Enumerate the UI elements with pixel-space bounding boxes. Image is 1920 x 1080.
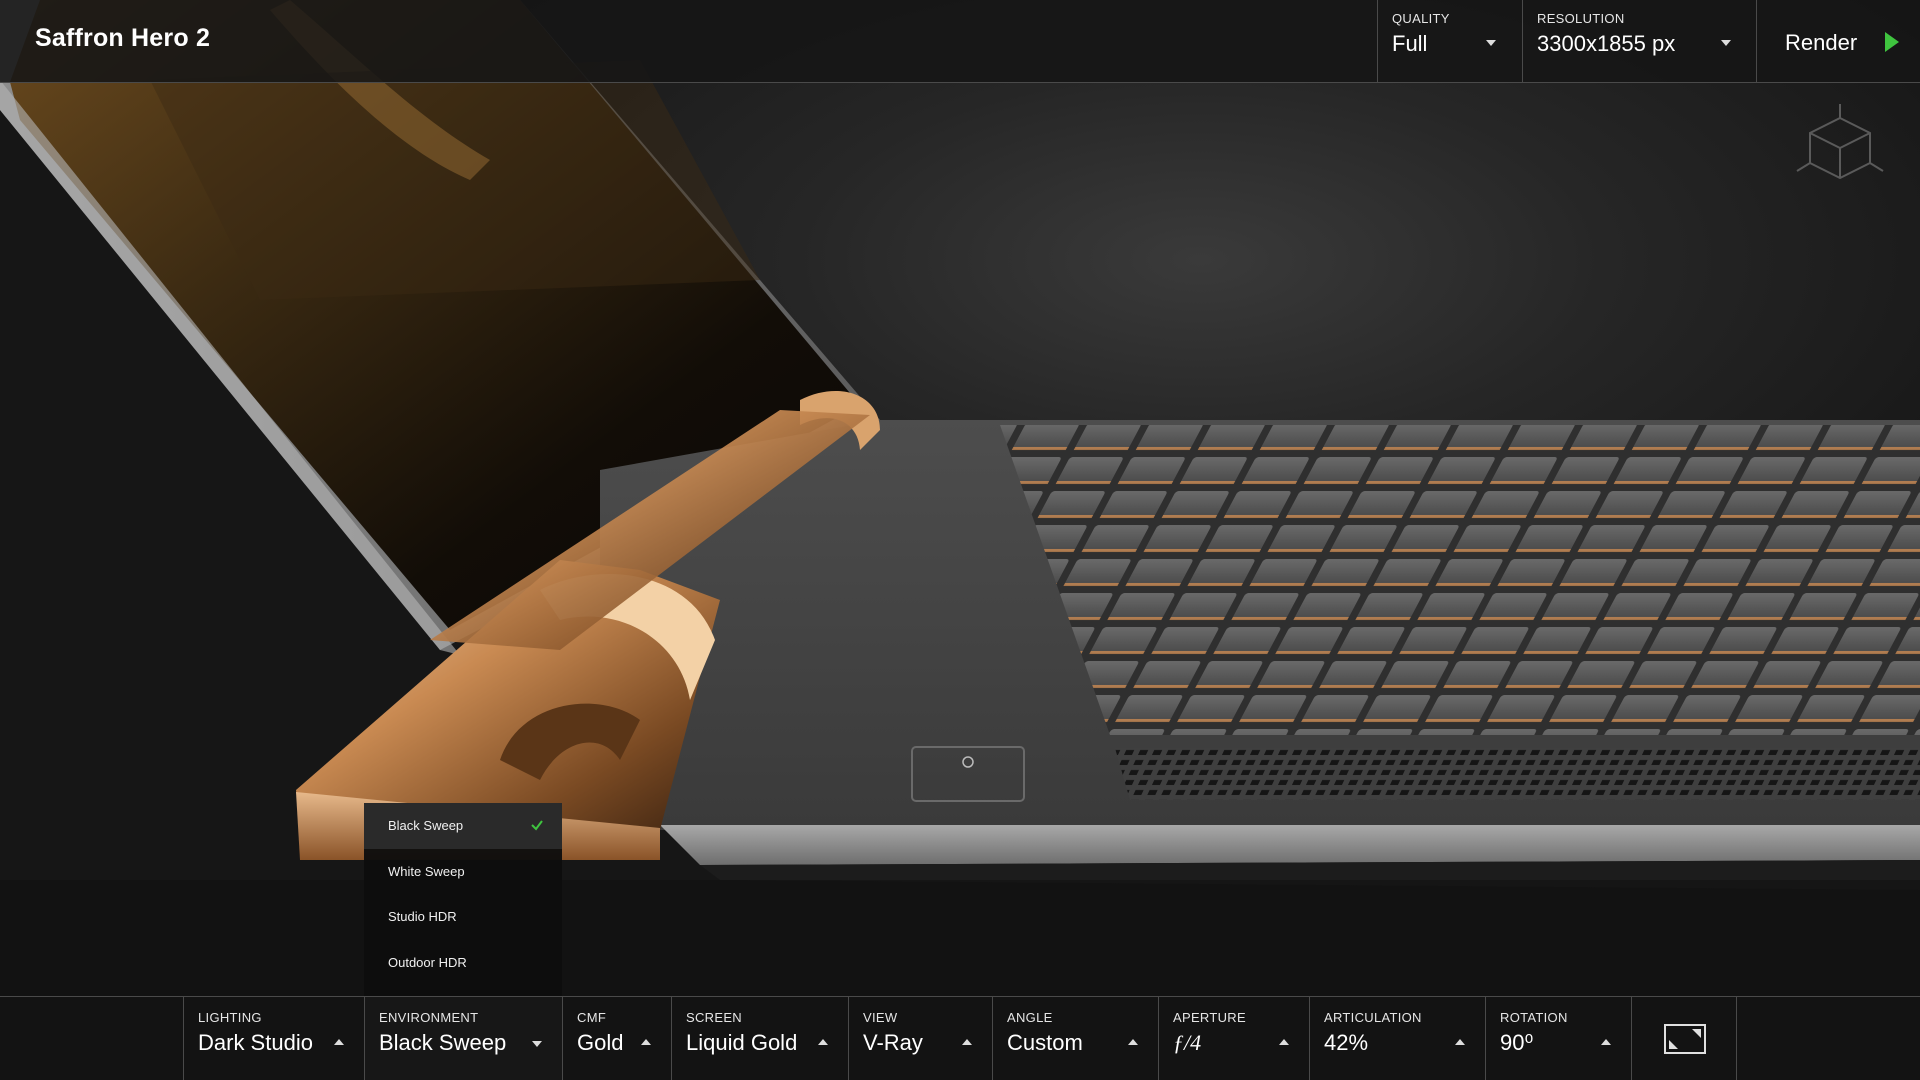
lighting-label: LIGHTING [198, 1010, 262, 1025]
menu-item-white-sweep[interactable]: White Sweep [364, 849, 562, 895]
top-toolbar: Saffron Hero 2 QUALITY Full RESOLUTION 3… [0, 0, 1920, 83]
menu-item-black-sweep[interactable]: Black Sweep [364, 803, 562, 849]
environment-menu: Black Sweep White Sweep Studio HDR Outdo… [364, 803, 562, 997]
chevron-down-icon [532, 1041, 542, 1047]
fullscreen-icon [1664, 1024, 1706, 1054]
quality-dropdown[interactable]: QUALITY Full [1377, 0, 1522, 83]
chevron-up-icon [818, 1039, 828, 1045]
rotation-label: ROTATION [1500, 1010, 1568, 1025]
chevron-up-icon [334, 1039, 344, 1045]
menu-item-label: Black Sweep [388, 818, 464, 833]
angle-value: Custom [1007, 1030, 1083, 1055]
chevron-up-icon [962, 1039, 972, 1045]
chevron-up-icon [1601, 1039, 1611, 1045]
chevron-up-icon [1455, 1039, 1465, 1045]
menu-item-label: White Sweep [388, 863, 465, 879]
view-dropdown[interactable]: VIEW V-Ray [848, 997, 992, 1080]
chevron-down-icon [1486, 40, 1496, 46]
resolution-label: RESOLUTION [1537, 11, 1625, 26]
environment-label: ENVIRONMENT [379, 1010, 479, 1025]
play-icon [1885, 32, 1899, 52]
quality-label: QUALITY [1392, 11, 1450, 26]
articulation-value: 42% [1324, 1030, 1369, 1055]
rotation-value: 90⁰ [1500, 1030, 1534, 1055]
cmf-value: Gold [577, 1030, 624, 1055]
articulation-label: ARTICULATION [1324, 1010, 1422, 1025]
aperture-value: ƒ/4 [1173, 1030, 1202, 1055]
view-label: VIEW [863, 1010, 898, 1025]
screen-value: Liquid Gold [686, 1030, 798, 1055]
articulation-dropdown[interactable]: ARTICULATION 42% [1309, 997, 1485, 1080]
cmf-dropdown[interactable]: CMF Gold [562, 997, 671, 1080]
angle-dropdown[interactable]: ANGLE Custom [992, 997, 1158, 1080]
environment-dropdown[interactable]: ENVIRONMENT Black Sweep [364, 997, 562, 1080]
aperture-dropdown[interactable]: APERTURE ƒ/4 [1158, 997, 1309, 1080]
chevron-up-icon [1279, 1039, 1289, 1045]
resolution-value: 3300x1855 px [1537, 31, 1676, 56]
menu-item-label: Outdoor HDR [388, 954, 467, 970]
render-viewport[interactable] [0, 0, 1920, 1080]
lighting-dropdown[interactable]: LIGHTING Dark Studio [183, 997, 364, 1080]
lighting-value: Dark Studio [198, 1030, 313, 1055]
chevron-up-icon [641, 1039, 651, 1045]
environment-value: Black Sweep [379, 1030, 507, 1055]
chevron-down-icon [1721, 40, 1731, 46]
angle-label: ANGLE [1007, 1010, 1053, 1025]
view-value: V-Ray [863, 1030, 923, 1055]
menu-item-outdoor-hdr[interactable]: Outdoor HDR [364, 940, 562, 986]
check-icon [531, 820, 543, 831]
bottom-toolbar: LIGHTING Dark Studio ENVIRONMENT Black S… [0, 996, 1920, 1080]
cmf-label: CMF [577, 1010, 607, 1025]
rotation-dropdown[interactable]: ROTATION 90⁰ [1485, 997, 1631, 1080]
menu-item-studio-hdr[interactable]: Studio HDR [364, 894, 562, 940]
app-title: Saffron Hero 2 [35, 24, 211, 52]
render-label: Render [1785, 30, 1858, 55]
screen-dropdown[interactable]: SCREEN Liquid Gold [671, 997, 848, 1080]
resolution-dropdown[interactable]: RESOLUTION 3300x1855 px [1522, 0, 1756, 83]
aperture-label: APERTURE [1173, 1010, 1246, 1025]
quality-value: Full [1392, 31, 1428, 56]
chevron-up-icon [1128, 1039, 1138, 1045]
render-button[interactable]: Render [1756, 0, 1920, 83]
view-cube-icon[interactable] [1795, 100, 1885, 200]
menu-item-label: Studio HDR [388, 909, 457, 924]
screen-label: SCREEN [686, 1010, 742, 1025]
laptop-render-image [0, 0, 1920, 1080]
fullscreen-button[interactable] [1631, 997, 1737, 1080]
